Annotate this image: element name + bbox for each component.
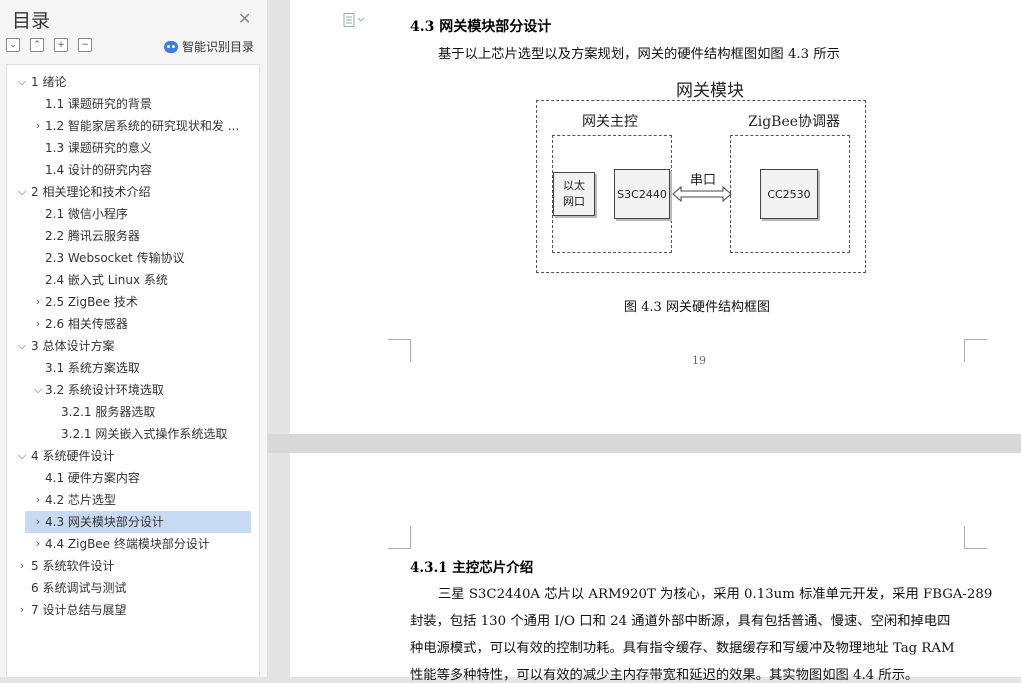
chevron-right-icon[interactable]: › [31,533,45,555]
toc-item-2-3[interactable]: 2.3 Websocket 传输协议 [45,247,185,269]
toc-item-2-6[interactable]: › 2.6 相关传感器 [29,313,251,335]
toc-item-5[interactable]: › 5 系统软件设计 [13,555,251,577]
figure-caption: 图 4.3 网关硬件结构框图 [624,300,770,315]
toc-item-3-2-1[interactable]: 3.2.1 服务器选取 [61,401,155,423]
toc-item-2-5[interactable]: › 2.5 ZigBee 技术 [29,291,251,313]
toc-item-1-2[interactable]: › 1.2 智能家居系统的研究现状和发 ... [29,115,251,137]
add-level-icon[interactable]: + [54,38,68,52]
page-number: 19 [692,354,706,367]
sidebar-title: 目录 [12,10,51,32]
toc-item-4-3-selected[interactable]: › 4.3 网关模块部分设计 [25,511,251,533]
ethernet-label-line1: 以太 [563,179,585,192]
smart-toc-button[interactable]: 智能识别目录 [164,38,254,55]
toc-item-1-4[interactable]: 1.4 设计的研究内容 [45,159,152,181]
double-arrow-icon [672,185,732,203]
chevron-right-icon[interactable]: › [31,489,45,511]
body-line: 三星 S3C2440A 芯片以 ARM920T 为核心，采用 0.13um 标准… [438,587,993,602]
ethernet-port-block: 以太 网口 [553,172,595,216]
toc-sidebar: 目录 ✕ ⌄ ⌃ + − 智能识别目录 ⌵ 1 绪论 1.1 课题研究的背景 ›… [0,0,268,677]
toc-item-3-2-1b[interactable]: 3.2.1 网关嵌入式操作系统选取 [61,423,227,445]
section-heading: 4.3 网关模块部分设计 [410,19,552,35]
toc-item-4-4[interactable]: › 4.4 ZigBee 终端模块部分设计 [29,533,251,555]
chevron-right-icon[interactable]: › [31,313,45,335]
ethernet-label-line2: 网口 [563,195,585,208]
chevron-down-icon[interactable]: ⌵ [15,71,29,93]
smart-toc-label: 智能识别目录 [182,40,255,54]
crop-mark [388,526,411,549]
chevron-right-icon[interactable]: › [31,291,45,313]
close-icon[interactable]: ✕ [238,9,251,28]
diagram-title: 网关模块 [676,81,744,101]
toc-item-4[interactable]: ⌵ 4 系统硬件设计 [13,445,251,467]
chevron-down-icon[interactable]: ⌵ [15,445,29,467]
collapse-all-icon[interactable]: ⌃ [30,38,44,52]
chevron-right-icon[interactable]: › [15,599,29,621]
toc-item-2-1[interactable]: 2.1 微信小程序 [45,203,128,225]
crop-mark [964,339,987,362]
chevron-down-icon[interactable]: ⌵ [15,335,29,357]
toc-item-1[interactable]: ⌵ 1 绪论 [13,71,251,93]
page-gap [268,434,1021,453]
subsection-heading: 4.3.1 主控芯片介绍 [410,560,534,576]
toc-item-1-1[interactable]: 1.1 课题研究的背景 [45,93,152,115]
toc-item-4-2[interactable]: › 4.2 芯片选型 [29,489,251,511]
cc2530-chip-block: CC2530 [760,169,818,219]
body-line: 封装，包括 130 个通用 I/O 口和 24 通道外部中断源，具有包括普通、慢… [410,614,951,629]
chevron-right-icon[interactable]: › [31,115,45,137]
toc-item-2-2[interactable]: 2.2 腾讯云服务器 [45,225,140,247]
body-line: 性能等多种特性，可以有效的减少主内存带宽和延迟的效果。其实物图如图 4.4 所示… [410,668,919,683]
body-paragraph: 基于以上芯片选型以及方案规划，网关的硬件结构框图如图 4.3 所示 [438,47,840,62]
chevron-right-icon[interactable]: › [15,555,29,577]
toc-tree: ⌵ 1 绪论 1.1 课题研究的背景 › 1.2 智能家居系统的研究现状和发 .… [6,64,260,677]
toc-item-3[interactable]: ⌵ 3 总体设计方案 [13,335,251,357]
toc-item-2-4[interactable]: 2.4 嵌入式 Linux 系统 [45,269,168,291]
toc-item-1-3[interactable]: 1.3 课题研究的意义 [45,137,152,159]
chevron-down-icon[interactable]: ⌵ [15,181,29,203]
body-line: 种电源模式，可以有效的控制功耗。具有指令缓存、数据缓存和写缓冲及物理地址 Tag… [410,641,955,656]
toc-item-2[interactable]: ⌵ 2 相关理论和技术介绍 [13,181,251,203]
crop-mark [388,339,411,362]
document-style-icon[interactable] [343,13,365,27]
toc-item-3-2[interactable]: ⌵ 3.2 系统设计环境选取 [29,379,251,401]
chevron-right-icon[interactable]: › [31,511,45,533]
chevron-down-icon[interactable]: ⌵ [31,379,45,401]
expand-all-icon[interactable]: ⌄ [6,38,20,52]
main-control-label: 网关主控 [582,114,638,130]
toc-item-6[interactable]: 6 系统调试与测试 [31,577,126,599]
remove-level-icon[interactable]: − [78,38,92,52]
toc-item-7[interactable]: › 7 设计总结与展望 [13,599,251,621]
crop-mark [964,526,987,549]
s3c2440-chip-block: S3C2440 [614,169,670,219]
zigbee-coordinator-label: ZigBee协调器 [748,114,841,130]
robot-icon [164,41,178,53]
toc-item-4-1[interactable]: 4.1 硬件方案内容 [45,467,140,489]
toc-item-3-1[interactable]: 3.1 系统方案选取 [45,357,140,379]
